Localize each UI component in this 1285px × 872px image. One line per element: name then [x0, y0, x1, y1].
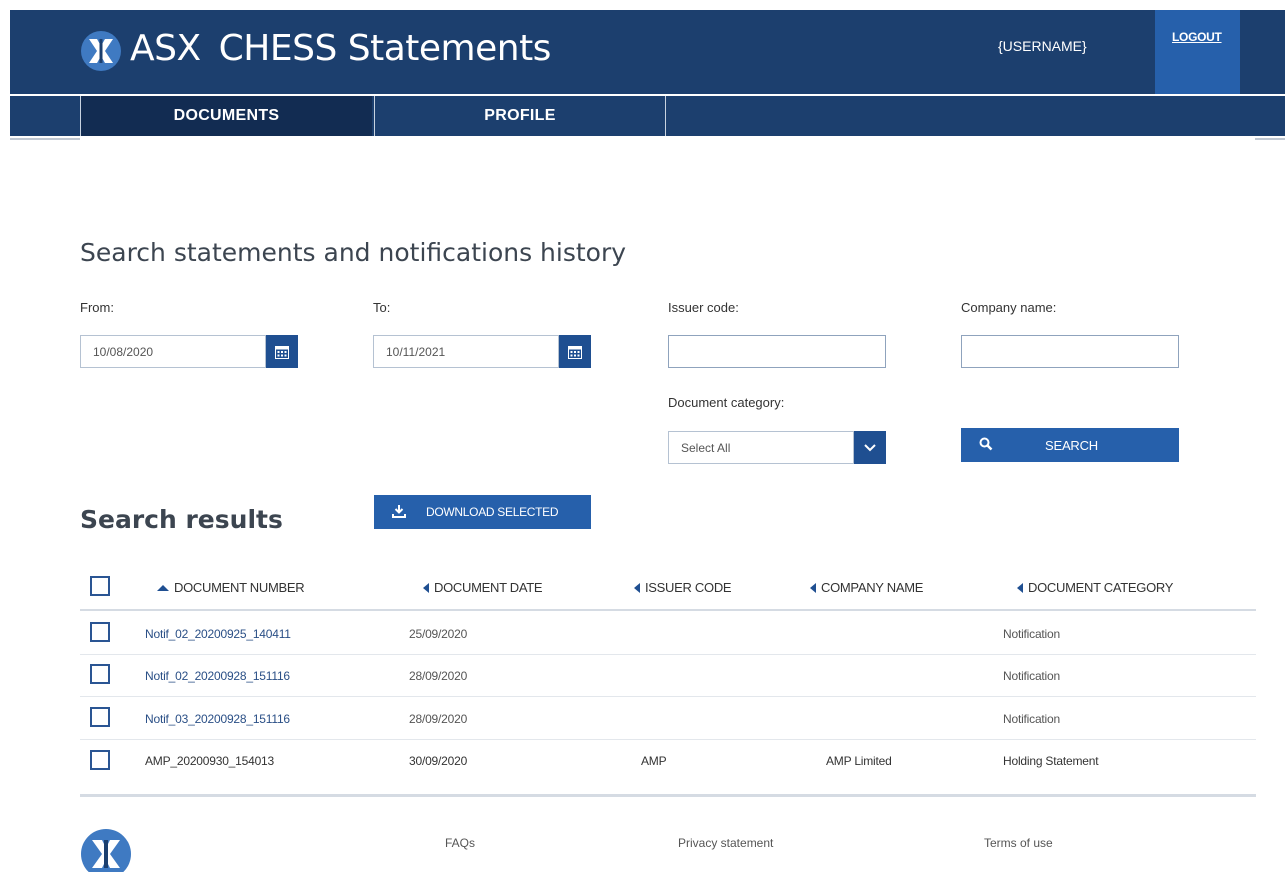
sort-ascending-icon [157, 584, 169, 591]
sort-icon [810, 582, 816, 593]
search-button[interactable]: SEARCH [961, 428, 1179, 462]
footer-link-faqs[interactable]: FAQs [445, 836, 475, 850]
column-header-label: ISSUER CODE [645, 580, 732, 595]
from-calendar-button[interactable] [266, 335, 298, 368]
document-category-select[interactable]: Select All [668, 431, 854, 464]
app-title: ASX CHESS Statements [130, 28, 551, 69]
document-category: Notification [1003, 669, 1060, 683]
to-label: To: [373, 300, 391, 315]
document-number-link[interactable]: AMP_20200930_154013 [145, 754, 274, 768]
tab-documents[interactable]: DOCUMENTS [80, 96, 372, 136]
footer-logo [80, 828, 132, 872]
sort-icon [423, 582, 429, 593]
logout-link[interactable]: LOGOUT [1172, 30, 1222, 44]
category-dropdown-button[interactable] [854, 431, 886, 464]
row-checkbox[interactable] [90, 622, 110, 642]
column-header-label: DOCUMENT CATEGORY [1028, 580, 1174, 595]
app-name: CHESS Statements [218, 28, 552, 69]
select-all-checkbox[interactable] [90, 576, 110, 596]
download-selected-button[interactable]: DOWNLOAD SELECTED [374, 495, 591, 529]
brand-name: ASX [130, 28, 201, 69]
results-title: Search results [80, 505, 283, 534]
column-header-document-category[interactable]: DOCUMENT CATEGORY [1017, 580, 1173, 595]
download-selected-label: DOWNLOAD SELECTED [426, 505, 559, 519]
to-calendar-button[interactable] [559, 335, 591, 368]
nav-divider [1255, 138, 1285, 140]
username: {USERNAME} [998, 38, 1087, 54]
search-icon [979, 437, 993, 451]
row-divider [80, 654, 1256, 655]
column-header-document-date[interactable]: DOCUMENT DATE [423, 580, 543, 595]
app-header: ASX CHESS Statements {USERNAME} [10, 10, 1285, 94]
row-checkbox[interactable] [90, 750, 110, 770]
row-checkbox[interactable] [90, 664, 110, 684]
company-name-input[interactable] [961, 335, 1179, 368]
document-date: 28/09/2020 [409, 712, 468, 726]
column-header-label: DOCUMENT DATE [434, 580, 543, 595]
nav-divider [10, 138, 80, 140]
company-name-label: Company name: [961, 300, 1057, 315]
row-divider [80, 739, 1256, 740]
document-date: 30/09/2020 [409, 754, 468, 768]
download-icon [392, 505, 406, 518]
footer-link-privacy[interactable]: Privacy statement [678, 836, 773, 850]
document-date: 28/09/2020 [409, 669, 468, 683]
asx-logo-icon [81, 31, 121, 71]
issuer-code: AMP [641, 754, 667, 768]
document-date: 25/09/2020 [409, 627, 468, 641]
column-header-document-number[interactable]: DOCUMENT NUMBER [157, 580, 305, 595]
column-header-issuer-code[interactable]: ISSUER CODE [634, 580, 732, 595]
table-header-divider [80, 609, 1256, 611]
from-label: From: [80, 300, 114, 315]
column-header-company-name[interactable]: COMPANY NAME [810, 580, 923, 595]
calendar-icon [275, 345, 289, 359]
sort-icon [634, 582, 640, 593]
chevron-down-icon [864, 443, 876, 451]
issuer-code-input[interactable] [668, 335, 886, 368]
footer-link-terms[interactable]: Terms of use [984, 836, 1053, 850]
document-number-link[interactable]: Notif_03_20200928_151116 [145, 712, 290, 726]
tab-profile[interactable]: PROFILE [374, 96, 666, 136]
to-date-input[interactable] [373, 335, 559, 368]
from-date-input[interactable] [80, 335, 266, 368]
column-header-label: DOCUMENT NUMBER [174, 580, 305, 595]
asx-logo-icon [81, 829, 131, 872]
row-divider [80, 696, 1256, 697]
table-bottom-divider [80, 794, 1256, 797]
search-button-label: SEARCH [1045, 438, 1098, 453]
column-header-label: COMPANY NAME [821, 580, 924, 595]
document-category: Holding Statement [1003, 754, 1099, 768]
main-nav: DOCUMENTS PROFILE [10, 96, 1285, 136]
company-name: AMP Limited [826, 754, 892, 768]
sort-icon [1017, 582, 1023, 593]
issuer-code-label: Issuer code: [668, 300, 739, 315]
document-category-label: Document category: [668, 395, 785, 410]
calendar-icon [568, 345, 582, 359]
document-category: Notification [1003, 712, 1060, 726]
row-checkbox[interactable] [90, 707, 110, 727]
search-section-title: Search statements and notifications hist… [80, 238, 627, 267]
document-number-link[interactable]: Notif_02_20200928_151116 [145, 669, 290, 683]
document-category: Notification [1003, 627, 1060, 641]
document-number-link[interactable]: Notif_02_20200925_140411 [145, 627, 291, 641]
logout-area[interactable] [1155, 10, 1240, 94]
